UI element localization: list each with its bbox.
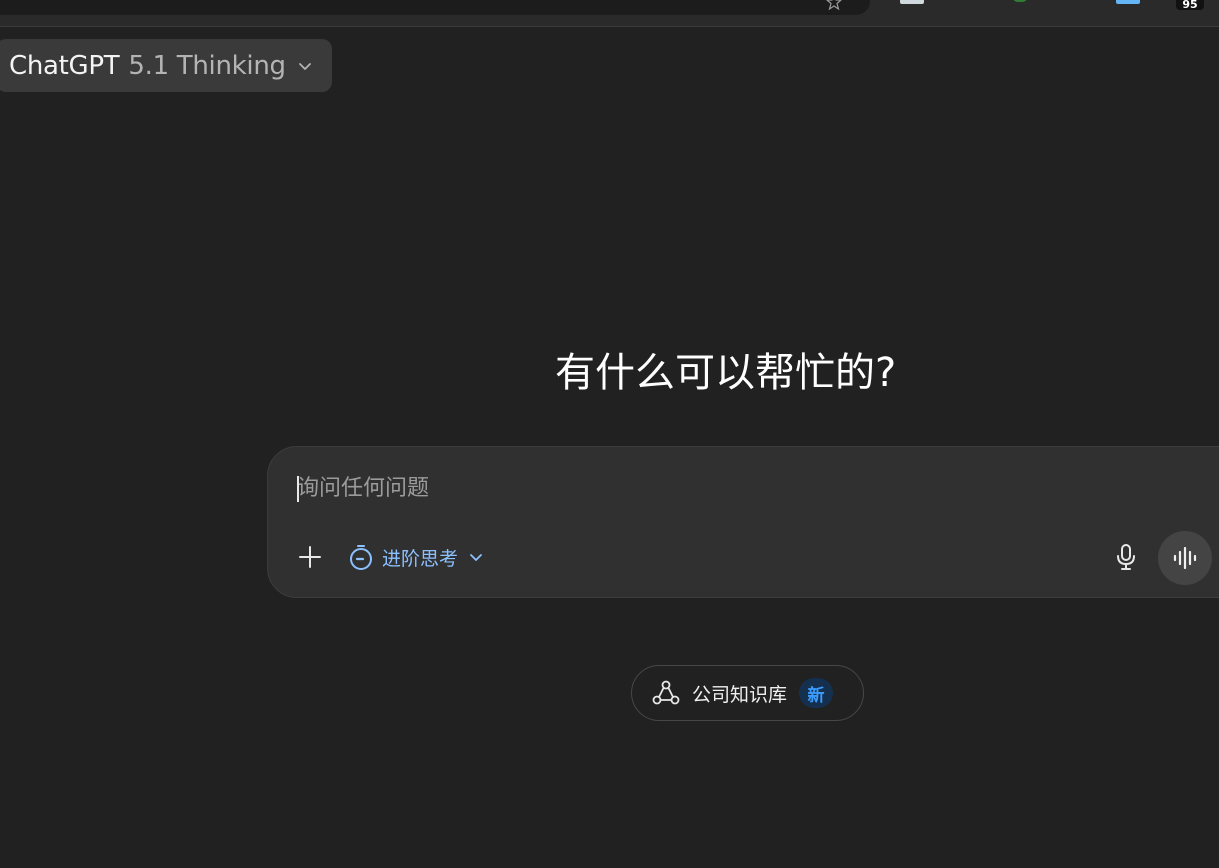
- company-knowledge-label: 公司知识库: [692, 683, 788, 706]
- thinking-mode-label: 进阶思考: [382, 547, 459, 570]
- page-title: 有什么可以帮忙的?: [555, 350, 897, 396]
- text-caret: [297, 476, 299, 502]
- thinking-mode-selector[interactable]: 进阶思考: [348, 537, 484, 577]
- composer: 进阶思考: [267, 446, 1219, 598]
- model-name: ChatGPT: [9, 50, 120, 81]
- voice-mode-button[interactable]: [1158, 531, 1212, 585]
- timer-icon: [350, 545, 372, 570]
- extension-badge[interactable]: 95: [1176, 0, 1204, 11]
- plus-icon: [299, 546, 321, 568]
- new-badge: 新: [799, 678, 834, 708]
- bookmark-star-icon[interactable]: [826, 0, 842, 10]
- model-selector-button[interactable]: ChatGPT 5.1 Thinking: [0, 39, 332, 92]
- address-bar[interactable]: [0, 0, 870, 15]
- chevron-down-icon: [470, 554, 482, 561]
- company-knowledge-button[interactable]: 公司知识库 新: [631, 665, 864, 721]
- connected-nodes-icon: [652, 680, 680, 705]
- microphone-icon: [1117, 544, 1135, 570]
- prompt-input[interactable]: [297, 471, 1117, 505]
- browser-toolbar: 95: [0, 0, 1219, 27]
- extension-icon[interactable]: [900, 0, 924, 4]
- model-version: 5.1 Thinking: [128, 50, 286, 81]
- extension-icon[interactable]: [1116, 0, 1140, 4]
- voice-waveform-icon: [1173, 547, 1197, 569]
- chevron-down-icon: [298, 62, 311, 70]
- add-attachment-button[interactable]: [290, 537, 330, 577]
- shield-extension-icon[interactable]: [1012, 0, 1028, 2]
- dictate-button[interactable]: [1106, 537, 1146, 577]
